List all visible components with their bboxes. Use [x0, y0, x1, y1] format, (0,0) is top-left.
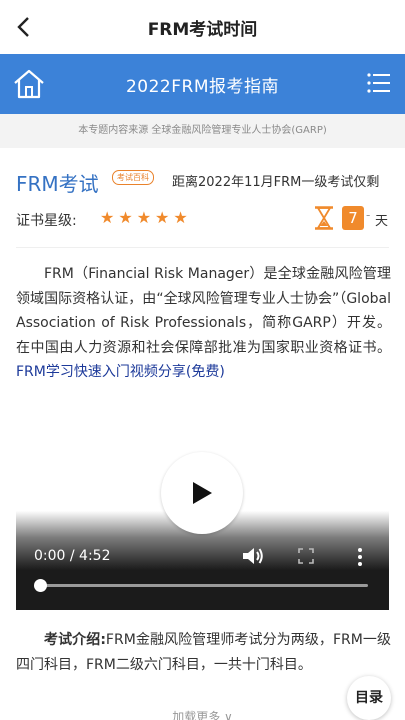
- exam-wiki-tag[interactable]: 考试百科: [112, 170, 154, 185]
- intro-paragraph: FRM（Financial Risk Manager）是全球金融风险管理领域国际…: [16, 262, 391, 385]
- play-icon: [193, 482, 212, 504]
- intro-text: FRM（Financial Risk Manager）是全球金融风险管理领域国际…: [16, 266, 391, 356]
- star-icon: ★: [136, 208, 152, 227]
- star-label: 证书星级:: [16, 213, 77, 229]
- video-progress-thumb[interactable]: [34, 579, 47, 592]
- video-progress-track[interactable]: [40, 584, 368, 587]
- exam-header: FRM考试 考试百科 距离2022年11月FRM一级考试仅剩: [16, 168, 396, 196]
- toc-button[interactable]: 目录: [347, 676, 391, 720]
- menu-list-icon: [367, 73, 390, 93]
- days-separator: -: [366, 208, 371, 222]
- star-rating: ★ ★ ★ ★ ★: [100, 209, 188, 227]
- days-remaining: 7: [342, 206, 364, 230]
- video-player[interactable]: 0:00 / 4:52: [16, 450, 389, 610]
- countdown-text: 距离2022年11月FRM一级考试仅剩: [172, 175, 380, 190]
- certificate-rating: 证书星级: ★ ★ ★ ★ ★ 7 - 天: [16, 206, 391, 232]
- star-icon: ★: [100, 208, 115, 227]
- play-button[interactable]: [161, 452, 243, 534]
- banner-title: 2022FRM报考指南: [125, 77, 280, 97]
- volume-icon[interactable]: [242, 546, 264, 566]
- page-title: FRM考试时间: [147, 20, 258, 40]
- star-icon: ★: [155, 208, 170, 227]
- star-icon: ★: [173, 208, 188, 227]
- guide-banner: 2022FRM报考指南: [0, 54, 405, 114]
- star-icon: ★: [118, 208, 133, 227]
- exam-intro-label: 考试介绍:: [44, 632, 106, 648]
- top-nav-bar: FRM考试时间: [0, 0, 405, 54]
- menu-button[interactable]: [367, 72, 391, 94]
- exam-intro-paragraph: 考试介绍:FRM金融风险管理师考试分为两级，FRM一级四门科目，FRM二级六门科…: [16, 628, 391, 677]
- load-more-button[interactable]: 加载更多 ∨: [0, 708, 405, 720]
- divider: [16, 247, 389, 248]
- days-unit: 天: [375, 214, 389, 229]
- more-options-icon[interactable]: [356, 547, 364, 567]
- fullscreen-icon[interactable]: [298, 548, 314, 564]
- video-share-link[interactable]: FRM学习快速入门视频分享(免费): [16, 364, 225, 380]
- hourglass-icon: [315, 206, 333, 230]
- video-time: 0:00 / 4:52: [34, 548, 111, 564]
- content-source: 本专题内容来源 全球金融风险管理专业人士协会(GARP): [0, 114, 405, 148]
- exam-title: FRM考试: [16, 172, 99, 196]
